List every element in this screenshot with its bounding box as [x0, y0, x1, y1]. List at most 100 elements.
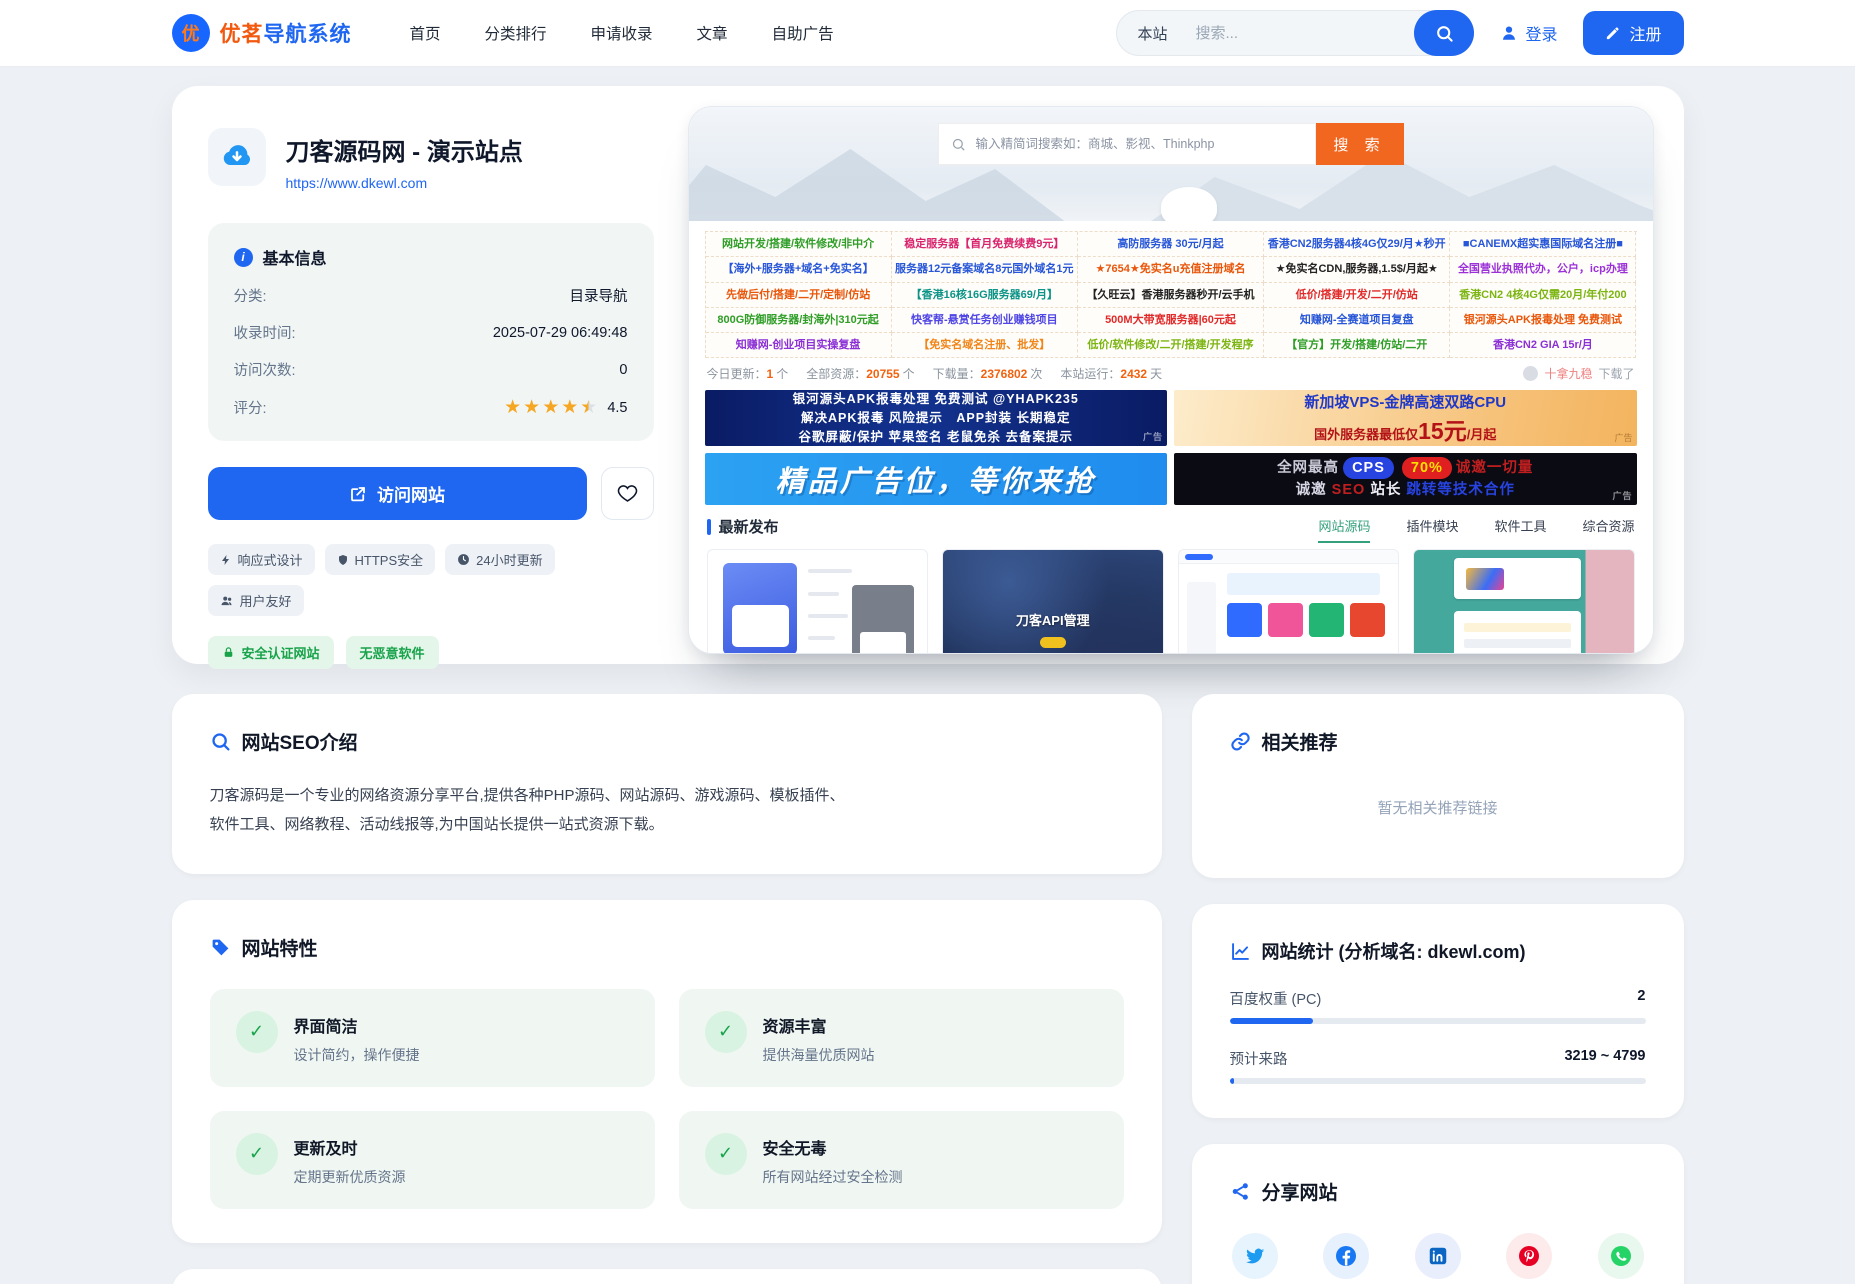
related-recommendations-card: 相关推荐 暂无相关推荐链接	[1192, 694, 1684, 878]
search-scope-select[interactable]: 本站	[1137, 23, 1167, 44]
preview-ad-link[interactable]: 500M大带宽服务器|60元起	[1078, 308, 1264, 333]
preview-ad-link[interactable]: 全国营业执照代办，公户，icp办理	[1450, 257, 1636, 282]
preview-stats-line: 今日更新：1个 全部资源：20755个 下载量：2376802次 本站运行：24…	[689, 358, 1653, 386]
star-icon: ★	[523, 396, 540, 419]
preview-ad-link[interactable]: 香港CN2服务器4核4G仅29/月★秒开	[1264, 232, 1450, 257]
heart-icon	[617, 483, 638, 504]
banner-cps-seo[interactable]: 全网最高CPS70%诚邀一切量 诚邀 SEO 站长 跳转等技术合作 广告	[1174, 453, 1637, 505]
facebook-share-button[interactable]	[1323, 1233, 1369, 1279]
preview-ad-link[interactable]: 800G防御服务器/封海外|310元起	[706, 308, 892, 333]
basic-info-title: 基本信息	[263, 245, 327, 269]
bolt-icon	[220, 554, 232, 566]
tab-software-tools[interactable]: 软件工具	[1494, 516, 1546, 537]
user-icon	[1500, 24, 1518, 42]
preview-ad-link[interactable]: 低价/搭建/开发/二开/仿站	[1264, 283, 1450, 308]
whatsapp-share-button[interactable]	[1598, 1233, 1644, 1279]
preview-ad-link[interactable]: 网站开发/搭建/软件修改/非中介	[706, 232, 892, 257]
nav-item-home[interactable]: 首页	[410, 22, 441, 44]
preview-ad-link[interactable]: 先做后付/搭建/二开/定制/仿站	[706, 283, 892, 308]
favorite-button[interactable]	[601, 467, 654, 520]
banner-apk-service[interactable]: 银河源头APK报毒处理 免费测试 @YHAPK235 解决APK报毒 风险提示 …	[705, 390, 1168, 446]
chart-icon	[1230, 941, 1251, 962]
preview-thumbnail[interactable]	[1178, 549, 1400, 654]
progress-bar	[1230, 1018, 1646, 1024]
top-navbar: 优 优茗导航系统 首页 分类排行 申请收录 文章 自助广告 本站 登录	[0, 0, 1855, 66]
preview-ad-link[interactable]: ★7654★免实名u充值注册域名	[1078, 257, 1264, 282]
visit-site-button[interactable]: 访问网站	[208, 467, 587, 520]
ad-badge: 广告	[1614, 431, 1632, 444]
banner-premium-ad-slot[interactable]: 精品广告位，等你来抢	[705, 453, 1168, 505]
seo-description: 刀客源码是一个专业的网络资源分享平台,提供各种PHP源码、网站源码、游戏源码、模…	[210, 781, 858, 840]
search-icon	[210, 731, 231, 752]
preview-ad-link[interactable]: ■CANEMX超实惠国际域名注册■	[1450, 232, 1636, 257]
search-button[interactable]	[1414, 10, 1474, 56]
logo-icon: 优	[172, 14, 210, 52]
related-title: 相关推荐	[1262, 728, 1338, 755]
preview-ad-link[interactable]: 银河源头APK报毒处理 免费测试	[1450, 308, 1636, 333]
pinterest-share-button[interactable]	[1506, 1233, 1552, 1279]
site-detail-card: 刀客源码网 - 演示站点 https://www.dkewl.com i 基本信…	[172, 86, 1684, 664]
tab-site-source[interactable]: 网站源码	[1318, 516, 1370, 543]
nav-item-articles[interactable]: 文章	[697, 22, 728, 44]
seo-intro-card: 网站SEO介绍 刀客源码是一个专业的网络资源分享平台,提供各种PHP源码、网站源…	[172, 694, 1162, 874]
preview-ad-link[interactable]: ★免实名CDN,服务器,1.5$/月起★	[1264, 257, 1450, 282]
preview-thumbnail[interactable]: 刀客API管理	[942, 549, 1164, 654]
star-icon: ★	[542, 396, 559, 419]
twitter-share-button[interactable]	[1232, 1233, 1278, 1279]
polar-bear-graphic	[1161, 187, 1217, 221]
preview-ad-link[interactable]: 香港CN2 4核4G仅需20月/年付200	[1450, 283, 1636, 308]
nav-item-self-ads[interactable]: 自助广告	[772, 22, 834, 44]
tab-plugin-module[interactable]: 插件模块	[1406, 516, 1458, 537]
preview-ad-link[interactable]: 知赚网-创业项目实操复盘	[706, 333, 892, 358]
register-button[interactable]: 注册	[1583, 11, 1683, 55]
preview-ad-link[interactable]: 稳定服务器【首月免费续费9元】	[892, 232, 1078, 257]
linkedin-share-button[interactable]	[1415, 1233, 1461, 1279]
preview-ad-link[interactable]: 高防服务器 30元/月起	[1078, 232, 1264, 257]
half-star-icon: ★	[580, 396, 597, 419]
preview-ad-link[interactable]: 服务器12元备案域名8元国外域名1元	[892, 257, 1078, 282]
preview-ad-link[interactable]: 香港CN2 GIA 15r/月	[1450, 333, 1636, 358]
nav-item-submit-site[interactable]: 申请收录	[591, 22, 653, 44]
preview-thumbnail[interactable]	[707, 549, 929, 654]
tab-misc-resources[interactable]: 综合资源	[1582, 516, 1634, 537]
preview-ad-link[interactable]: 快客帮-悬赏任务创业赚钱项目	[892, 308, 1078, 333]
ad-badge: 广告	[1143, 431, 1163, 445]
nav-item-category-rank[interactable]: 分类排行	[485, 22, 547, 44]
preview-ad-link[interactable]: 【海外+服务器+域名+免实名】	[706, 257, 892, 282]
search-icon	[951, 137, 966, 152]
star-icon: ★	[561, 396, 578, 419]
stat-estimated-traffic: 预计来路3219 ~ 4799	[1230, 1048, 1646, 1084]
banner-singapore-vps[interactable]: 新加坡VPS-金牌高速双路CPU 国外服务器最低仅15元/月起 广告	[1174, 390, 1637, 446]
ad-badge: 广告	[1612, 490, 1632, 504]
info-row-rating: 评分: ★★★★★ 4.5	[234, 396, 628, 419]
site-url-link[interactable]: https://www.dkewl.com	[286, 175, 428, 191]
site-favicon	[208, 128, 266, 186]
preview-ad-link[interactable]: 知赚网-全赛道项目复盘	[1264, 308, 1450, 333]
tag-user-friendly: 用户友好	[208, 585, 304, 616]
info-row-visits: 访问次数:0	[234, 359, 628, 380]
preview-ad-link[interactable]: 低价/软件修改/二开/搭建/开发程序	[1078, 333, 1264, 358]
rating-value: 4.5	[607, 400, 627, 416]
preview-ad-link[interactable]: 【官方】开发/搭建/仿站/二开	[1264, 333, 1450, 358]
clock-icon	[457, 553, 470, 566]
stat-baidu-weight: 百度权重 (PC)2	[1230, 988, 1646, 1024]
preview-category-tabs: 网站源码 插件模块 软件工具 综合资源	[1318, 516, 1634, 537]
login-link[interactable]: 登录	[1500, 21, 1557, 45]
check-icon: ✓	[236, 1011, 278, 1053]
site-features-card: 网站特性 ✓ 界面简洁设计简约，操作便捷 ✓ 资源丰富提供海量优质网站 ✓ 更新…	[172, 900, 1162, 1243]
basic-info-panel: i 基本信息 分类:目录导航 收录时间:2025-07-29 06:49:48 …	[208, 223, 654, 441]
preview-ad-link[interactable]: 【久旺云】香港服务器秒开/云手机	[1078, 283, 1264, 308]
check-icon: ✓	[236, 1133, 278, 1175]
preview-search-button[interactable]: 搜 索	[1316, 123, 1404, 165]
preview-thumbnail-row: 刀客API管理	[689, 537, 1653, 654]
related-empty-text: 暂无相关推荐链接	[1230, 755, 1646, 844]
preview-ad-link[interactable]: 【免实名域名注册、批发】	[892, 333, 1078, 358]
site-logo[interactable]: 优 优茗导航系统	[172, 14, 352, 52]
preview-ad-link[interactable]: 【香港16核16G服务器69/月】	[892, 283, 1078, 308]
preview-search-input[interactable]	[976, 137, 1303, 151]
site-screenshot-preview[interactable]: 搜 索 网站开发/搭建/软件修改/非中介 稳定服务器【首月免费续费9元】 高防服…	[688, 106, 1654, 654]
preview-thumbnail[interactable]	[1413, 549, 1635, 654]
preview-search-box[interactable]	[938, 123, 1316, 165]
preview-hero-banner: 搜 索	[689, 107, 1653, 221]
search-input[interactable]	[1195, 25, 1365, 42]
